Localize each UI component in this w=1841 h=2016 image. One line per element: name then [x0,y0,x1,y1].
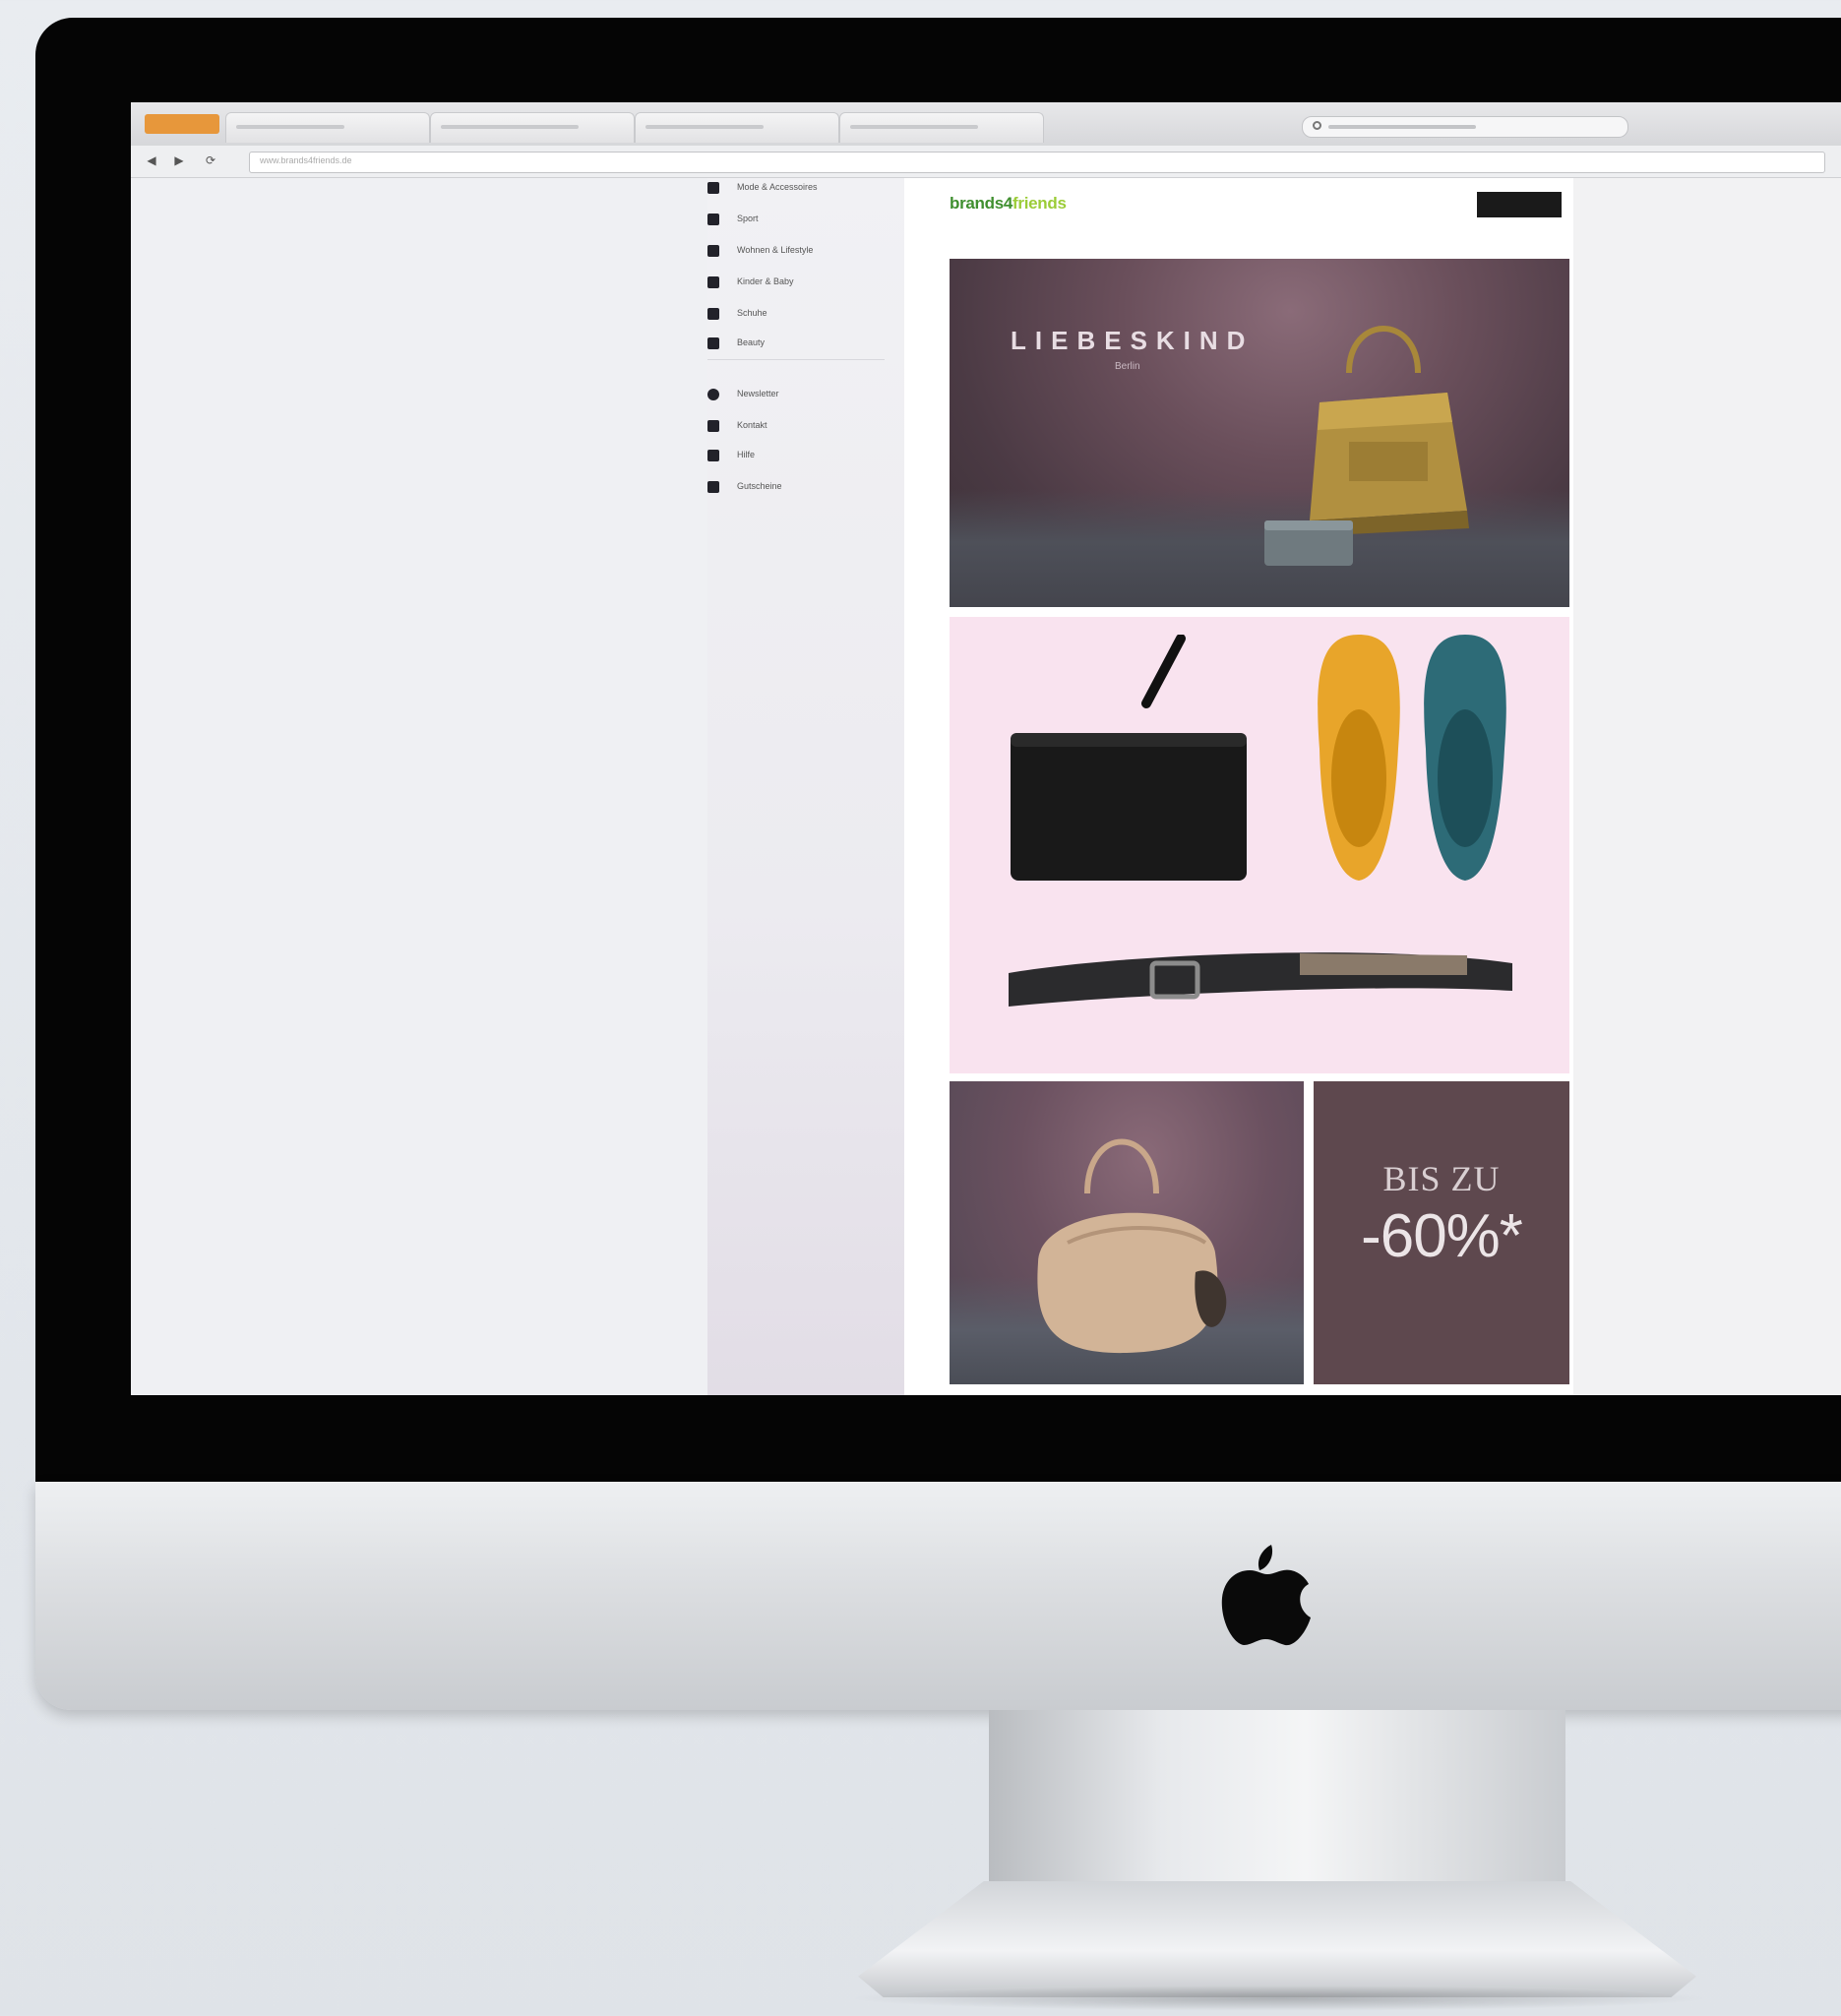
hero-brand-subtitle: Berlin [1115,361,1140,372]
logo-text-brands: brands4 [950,194,1013,213]
forward-arrow-icon[interactable]: ▶ [172,153,186,167]
sidebar-item-label: Kinder & Baby [737,276,794,286]
sidebar-item-wohnen[interactable]: Wohnen & Lifestyle [707,241,885,263]
sidebar-item-sport[interactable]: Sport [707,210,885,231]
kids-icon [707,276,719,288]
sidebar-item-label: Sport [737,214,759,223]
search-input[interactable] [1302,116,1628,138]
sidebar-item-kinder[interactable]: Kinder & Baby [707,273,885,294]
webpage: Mode & Accessoires Sport Wohnen & Lifest… [131,178,1841,1395]
sidebar-item-schuhe[interactable]: Schuhe [707,304,885,326]
logo-text-friends: friends [1013,194,1067,213]
sidebar-item-gutscheine[interactable]: Gutscheine [707,477,885,499]
hero-banner[interactable]: LIEBESKIND Berlin [950,259,1569,607]
hero-brand-title: LIEBESKIND [1011,326,1255,355]
category-sidebar: Mode & Accessoires Sport Wohnen & Lifest… [707,178,904,1395]
sidebar-item-newsletter[interactable]: Newsletter [707,385,885,406]
beige-handbag-image [1037,1138,1227,1354]
monitor-stand-neck [989,1710,1565,1885]
category-icon [707,182,719,194]
sidebar-item-kontakt[interactable]: Kontakt [707,416,885,438]
sale-banner[interactable]: BIS ZU -60%* [1314,1081,1569,1384]
browser-tab-strip [131,102,1841,147]
search-icon [1313,121,1321,130]
header-button[interactable] [1477,192,1562,217]
sidebar-item-label: Beauty [737,337,766,347]
sport-icon [707,214,719,225]
main-content: brands4friends LIEBESKIND Berlin BIS ZU … [904,178,1841,1395]
sale-discount: -60%* [1361,1202,1523,1270]
browser-window: ◀ ▶ ⟳ www.brands4friends.de Mode & Acces… [131,102,1841,1395]
contact-icon [707,420,719,432]
sidebar-item-label: Mode & Accessoires [737,182,818,192]
stand-shadow [846,1985,1712,2011]
voucher-icon [707,481,719,493]
sidebar-item-label: Gutscheine [737,481,782,491]
browser-tab[interactable] [430,112,635,143]
clutch-image [1011,635,1247,881]
wallet-image [1264,520,1353,566]
address-bar[interactable]: www.brands4friends.de [249,152,1825,173]
browser-menu-button[interactable] [145,114,219,134]
sidebar-item-label: Schuhe [737,308,767,318]
sidebar-item-hilfe[interactable]: Hilfe [707,446,885,467]
sidebar-item-mode[interactable]: Mode & Accessoires [707,178,885,200]
back-arrow-icon[interactable]: ◀ [145,153,158,167]
beauty-icon [707,337,719,349]
bag-banner[interactable] [950,1081,1304,1384]
sidebar-item-beauty[interactable]: Beauty [707,334,885,355]
shoe-icon [707,308,719,320]
products-banner[interactable] [950,617,1569,1073]
imac-mockup: ◀ ▶ ⟳ www.brands4friends.de Mode & Acces… [0,0,1841,2016]
url-text: www.brands4friends.de [260,155,352,165]
browser-navbar: ◀ ▶ ⟳ www.brands4friends.de [131,146,1841,178]
browser-tab[interactable] [225,112,430,143]
belt-image [1009,952,1512,1007]
content-column: brands4friends LIEBESKIND Berlin BIS ZU … [904,178,1573,1395]
reload-icon[interactable]: ⟳ [204,153,217,167]
sidebar-item-label: Hilfe [737,450,756,459]
sidebar-item-label: Kontakt [737,420,767,430]
sidebar-item-label: Wohnen & Lifestyle [737,245,814,255]
yellow-shoe-image [1318,635,1400,881]
apple-logo-icon [1221,1545,1311,1646]
mail-icon [707,389,719,400]
browser-tab[interactable] [635,112,839,143]
sidebar-divider [707,359,885,360]
teal-shoe-image [1424,635,1506,881]
browser-tab[interactable] [839,112,1044,143]
site-logo[interactable]: brands4friends [950,194,1067,214]
sale-headline: BIS ZU [1382,1159,1501,1198]
sidebar-item-label: Newsletter [737,389,779,398]
monitor-chin [35,1482,1841,1710]
monitor-stand-foot [858,1881,1696,1997]
home-icon [707,245,719,257]
search-placeholder [1328,125,1476,129]
help-icon [707,450,719,461]
